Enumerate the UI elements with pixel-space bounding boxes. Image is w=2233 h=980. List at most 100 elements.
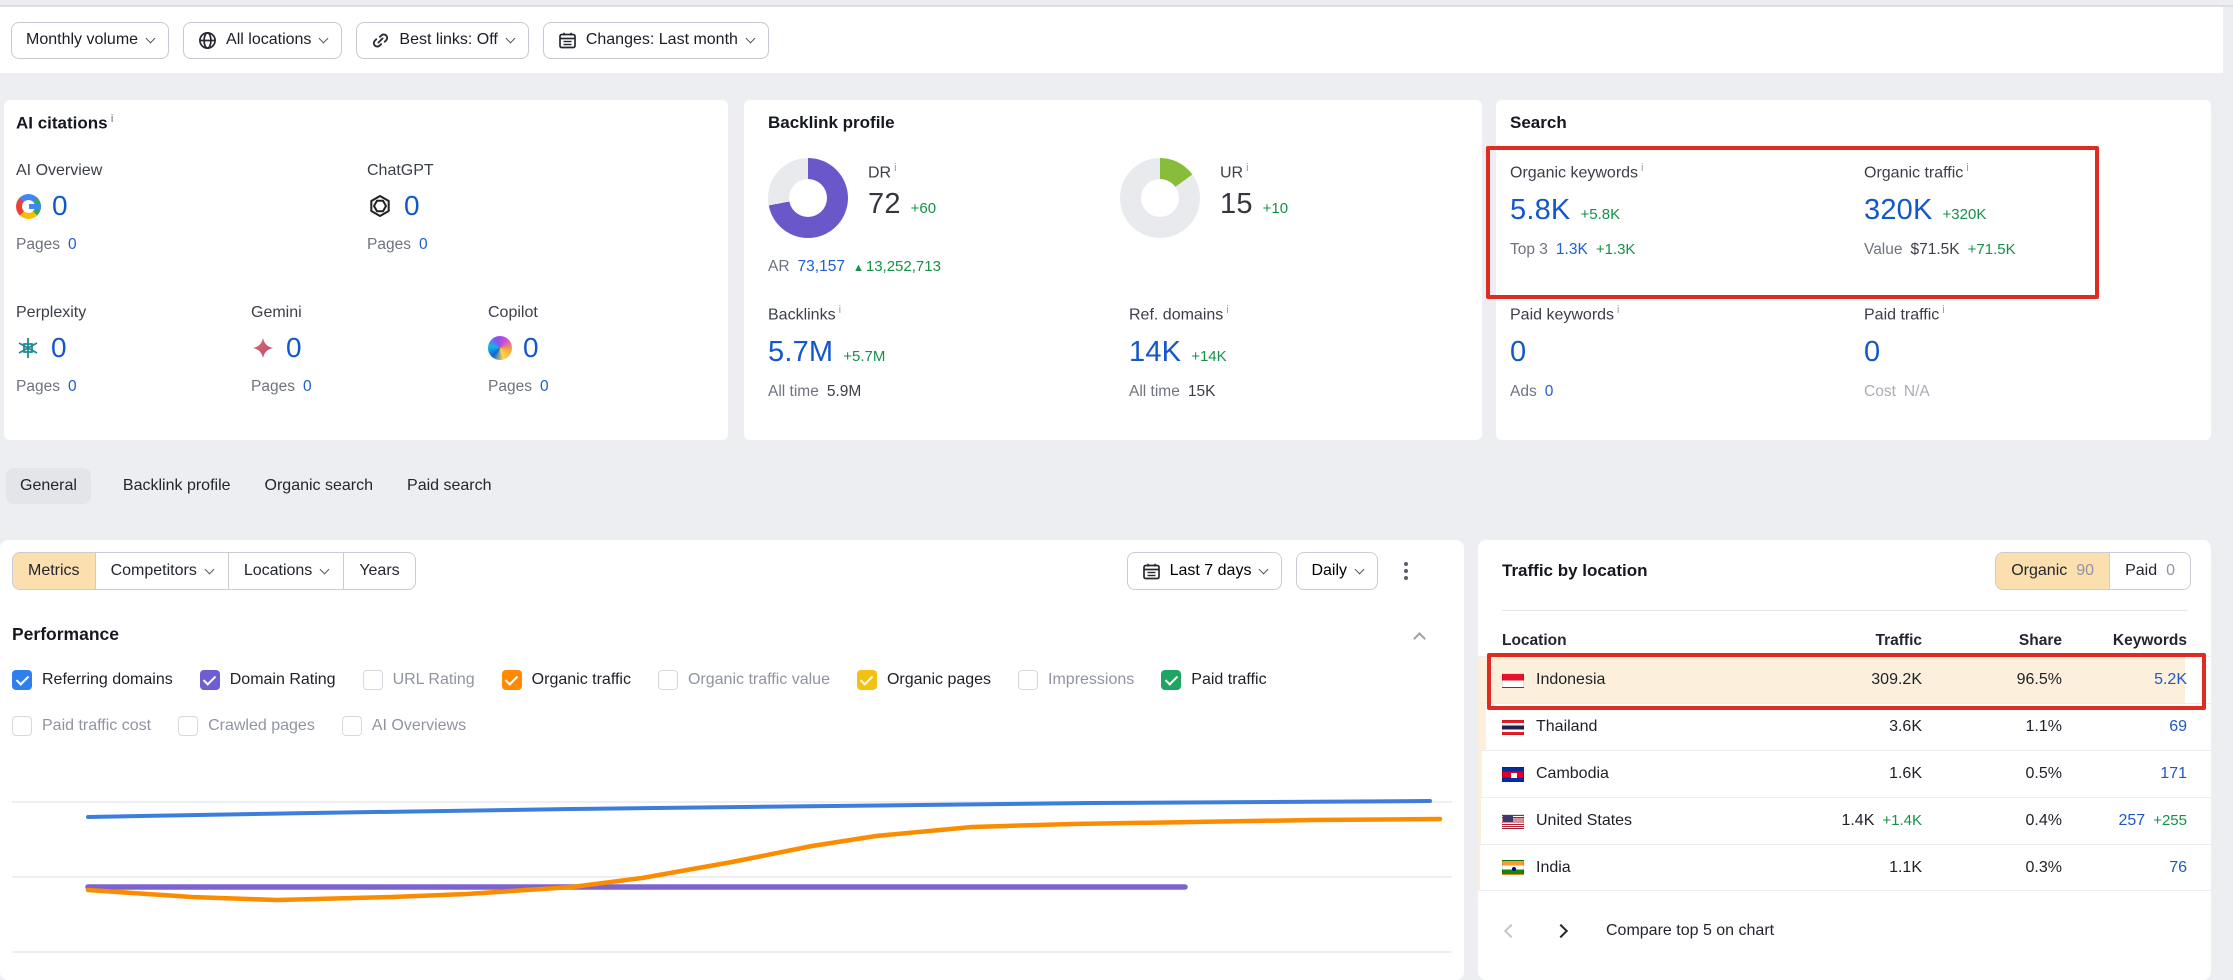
pages-count-link[interactable]: 0 — [303, 378, 312, 396]
paid-keywords-label: Paid keywords — [1510, 304, 1620, 324]
competitors-segment[interactable]: Competitors — [95, 552, 229, 590]
info-icon[interactable] — [1638, 162, 1643, 182]
organic-traffic-diff: +320K — [1943, 206, 1987, 223]
chatgpt-count[interactable]: 0 — [404, 190, 420, 222]
organic-traffic-value[interactable]: 320K — [1864, 194, 1933, 227]
organic-traffic-label: Organic traffic — [1864, 162, 2016, 182]
pages-count-link[interactable]: 0 — [419, 236, 428, 254]
checkbox-organic-traffic-value[interactable]: Organic traffic value — [658, 670, 830, 690]
checkbox-box — [342, 716, 362, 736]
checkbox-ai-overviews[interactable]: AI Overviews — [342, 716, 466, 736]
paid-traffic-label-text: Paid traffic — [1864, 306, 1939, 323]
pages-label: Pages — [367, 236, 411, 254]
traffic-value: 309.2K — [1871, 671, 1922, 688]
checkbox-label: Crawled pages — [208, 717, 315, 735]
column-share[interactable]: Share — [1922, 632, 2062, 650]
collapse-chevron-icon[interactable] — [1413, 632, 1426, 645]
table-row-india[interactable]: India 1.1K 0.3% 76 — [1478, 844, 2211, 891]
pages-label: Pages — [251, 378, 295, 396]
ai-overview-count[interactable]: 0 — [52, 190, 68, 222]
keywords-link[interactable]: 257 — [2119, 812, 2146, 829]
metrics-segment[interactable]: Metrics — [12, 552, 96, 590]
compare-top5-label[interactable]: Compare top 5 on chart — [1606, 922, 1774, 940]
checkbox-referring-domains[interactable]: Referring domains — [12, 670, 173, 690]
paid-keywords-value[interactable]: 0 — [1510, 336, 1526, 369]
date-range-dropdown[interactable]: Last 7 days — [1127, 552, 1283, 590]
info-icon[interactable] — [1963, 162, 1968, 182]
checkbox-impressions[interactable]: Impressions — [1018, 670, 1134, 690]
filter-toolbar: Monthly volume All locations Best links:… — [0, 7, 2223, 73]
column-location[interactable]: Location — [1502, 632, 1757, 650]
info-icon[interactable] — [1223, 304, 1228, 324]
info-icon[interactable] — [108, 113, 114, 134]
gemini-count[interactable]: 0 — [286, 332, 302, 364]
top3-diff: +1.3K — [1596, 241, 1636, 258]
chatgpt-label: ChatGPT — [367, 162, 434, 180]
column-traffic[interactable]: Traffic — [1757, 632, 1922, 650]
keywords-link[interactable]: 171 — [2160, 765, 2187, 782]
pages-count-link[interactable]: 0 — [68, 236, 77, 254]
url-rating-block: UR 15 +10 — [1120, 158, 1288, 238]
years-segment-label: Years — [359, 562, 399, 580]
column-keywords[interactable]: Keywords — [2062, 632, 2187, 650]
table-row-thailand[interactable]: Thailand 3.6K 1.1% 69 — [1478, 703, 2211, 750]
info-icon[interactable] — [1243, 162, 1248, 182]
locations-segment[interactable]: Locations — [228, 552, 345, 590]
backlinks-value[interactable]: 5.7M — [768, 336, 833, 369]
copilot-count[interactable]: 0 — [523, 332, 539, 364]
years-segment[interactable]: Years — [343, 552, 415, 590]
table-row-united-states[interactable]: United States 1.4K+1.4K 0.4% 257+255 — [1478, 797, 2211, 844]
perplexity-count[interactable]: 0 — [51, 332, 67, 364]
granularity-dropdown[interactable]: Daily — [1296, 552, 1378, 590]
pages-count-link[interactable]: 0 — [68, 378, 77, 396]
table-row-indonesia[interactable]: Indonesia 309.2K 96.5% 5.2K — [1478, 656, 2211, 703]
info-icon[interactable] — [891, 162, 896, 182]
granularity-label: Daily — [1311, 562, 1347, 580]
checkbox-paid-traffic[interactable]: Paid traffic — [1161, 670, 1266, 690]
info-icon[interactable] — [1614, 304, 1619, 324]
keywords-link[interactable]: 5.2K — [2154, 671, 2187, 688]
organic-toggle-button[interactable]: Organic 90 — [1995, 552, 2110, 590]
tab-organic-search[interactable]: Organic search — [263, 468, 376, 504]
tab-paid-search[interactable]: Paid search — [405, 468, 494, 504]
checkbox-organic-traffic[interactable]: Organic traffic — [502, 670, 631, 690]
paid-toggle-label: Paid — [2125, 562, 2157, 580]
top3-value-link[interactable]: 1.3K — [1556, 241, 1588, 259]
kebab-menu-icon[interactable] — [1404, 569, 1408, 573]
checkbox-label: Impressions — [1048, 671, 1134, 689]
table-row-cambodia[interactable]: Cambodia 1.6K 0.5% 171 — [1478, 750, 2211, 797]
checkbox-paid-traffic-cost[interactable]: Paid traffic cost — [12, 716, 151, 736]
checkbox-label: Organic traffic — [532, 671, 631, 689]
ads-value-link[interactable]: 0 — [1545, 383, 1554, 401]
checkbox-domain-rating[interactable]: Domain Rating — [200, 670, 336, 690]
info-icon[interactable] — [836, 304, 841, 324]
ref-domains-value[interactable]: 14K — [1129, 336, 1181, 369]
info-icon[interactable] — [1939, 304, 1944, 324]
checkbox-organic-pages[interactable]: Organic pages — [857, 670, 991, 690]
next-page-chevron-icon[interactable] — [1554, 924, 1568, 938]
tab-general[interactable]: General — [6, 468, 91, 504]
paid-traffic-value[interactable]: 0 — [1864, 336, 1880, 369]
all-locations-dropdown[interactable]: All locations — [183, 22, 342, 59]
keywords-link[interactable]: 76 — [2169, 859, 2187, 876]
ar-value-link[interactable]: 73,157 — [798, 258, 845, 276]
chatgpt-metric: ChatGPT 0 Pages 0 — [367, 162, 434, 254]
paid-toggle-button[interactable]: Paid 0 — [2109, 552, 2191, 590]
checkbox-url-rating[interactable]: URL Rating — [363, 670, 475, 690]
changes-dropdown[interactable]: Changes: Last month — [543, 22, 769, 59]
pages-count-link[interactable]: 0 — [540, 378, 549, 396]
checkbox-crawled-pages[interactable]: Crawled pages — [178, 716, 315, 736]
keywords-link[interactable]: 69 — [2169, 718, 2187, 735]
gemini-metric: Gemini 0 Pages0 — [251, 304, 312, 396]
cost-value: N/A — [1904, 383, 1930, 401]
all-locations-label: All locations — [226, 31, 311, 49]
traffic-by-location-title: Traffic by location — [1502, 561, 1647, 581]
previous-page-chevron-icon[interactable] — [1504, 924, 1518, 938]
performance-heading: Performance — [12, 624, 119, 645]
best-links-dropdown[interactable]: Best links: Off — [356, 22, 528, 59]
monthly-volume-dropdown[interactable]: Monthly volume — [11, 22, 169, 59]
organic-keywords-value[interactable]: 5.8K — [1510, 194, 1570, 227]
tab-backlink-profile[interactable]: Backlink profile — [121, 468, 233, 504]
organic-keywords-label-text: Organic keywords — [1510, 164, 1638, 181]
locations-segment-label: Locations — [244, 562, 313, 580]
